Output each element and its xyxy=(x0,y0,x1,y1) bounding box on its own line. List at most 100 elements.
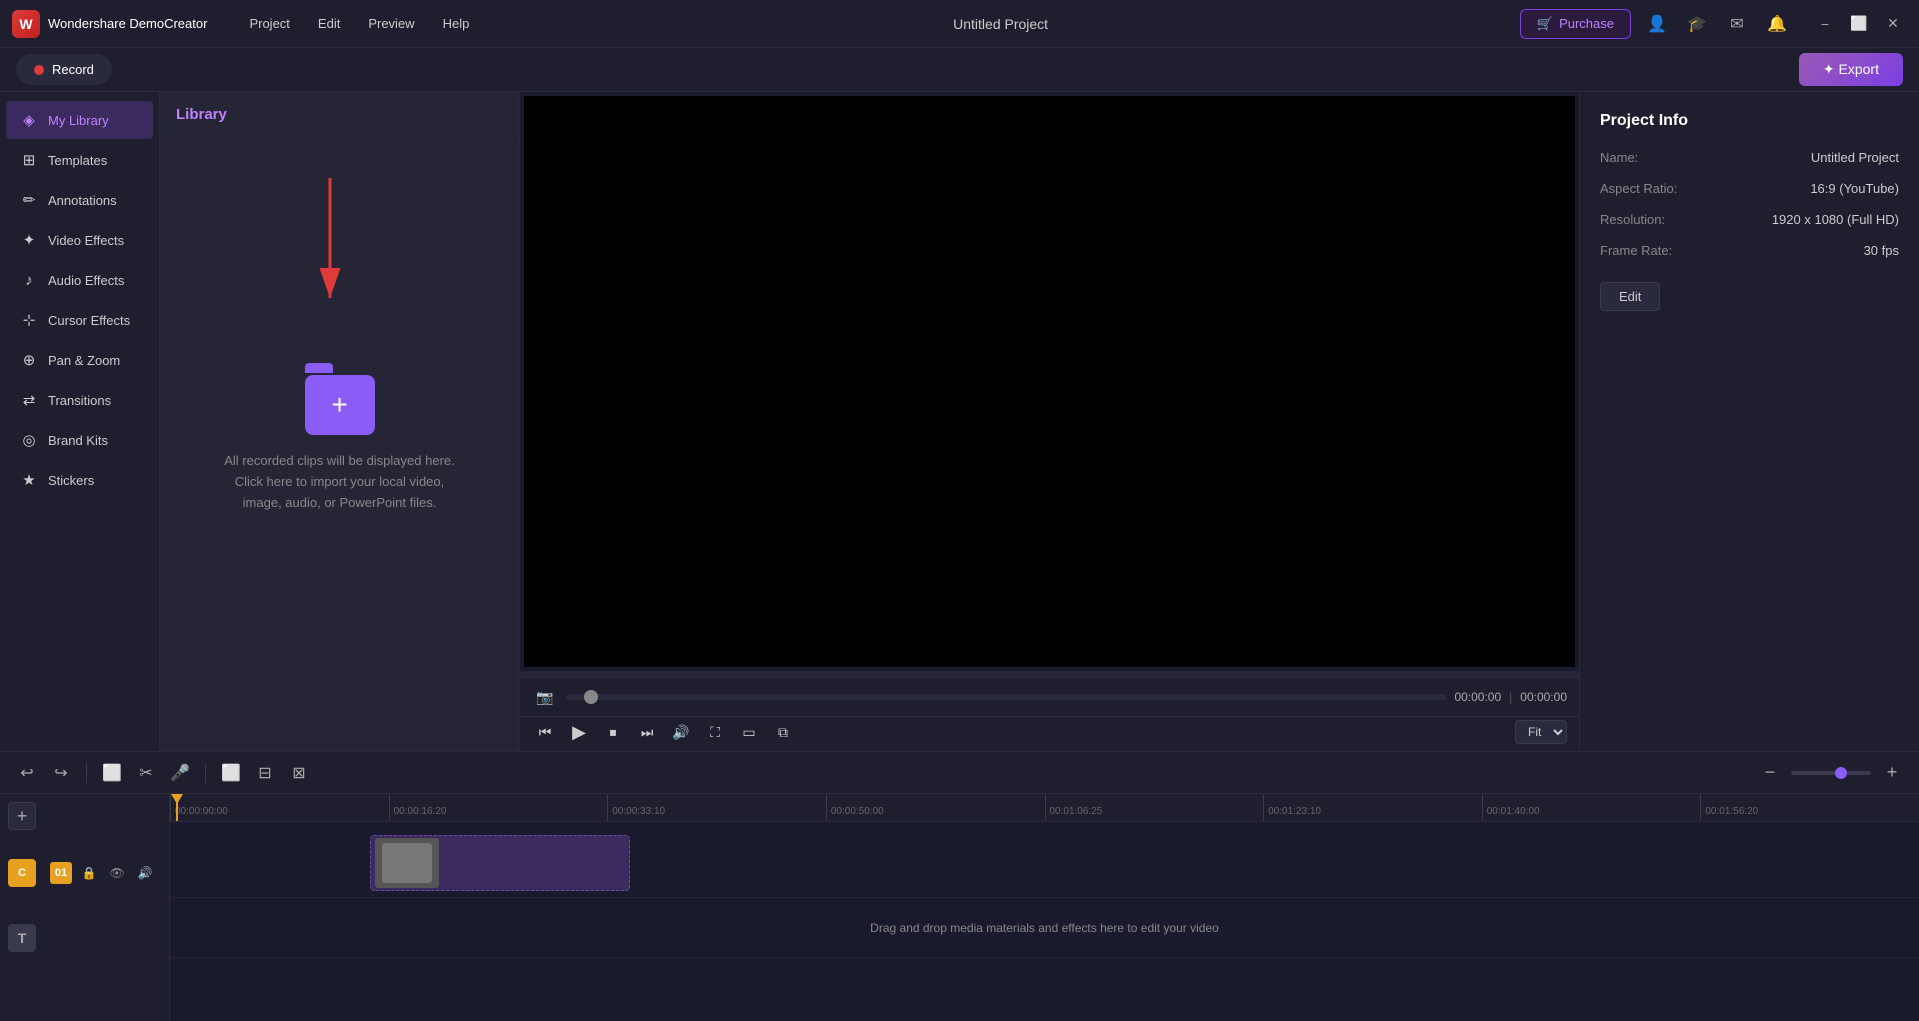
export-button[interactable]: ✦ Export xyxy=(1799,53,1903,86)
app-name: Wondershare DemoCreator xyxy=(48,16,207,31)
frame-rate-value: 30 fps xyxy=(1864,243,1899,258)
media-clip[interactable] xyxy=(370,835,630,891)
brand-kits-icon: ◎ xyxy=(20,431,38,449)
timeline-content[interactable]: 00:00:00:00 00:00:16:20 00:00:33:10 00:0… xyxy=(170,794,1919,1021)
redo-button[interactable]: ↪ xyxy=(46,758,76,788)
second-bar: Record ✦ Export xyxy=(0,48,1919,92)
sidebar-item-my-library[interactable]: ◈ My Library xyxy=(6,101,153,139)
notification-icon[interactable]: 🔔 xyxy=(1763,10,1791,38)
nav-help[interactable]: Help xyxy=(431,10,482,37)
track-mute-icon[interactable]: 🔊 xyxy=(134,862,156,884)
name-value: Untitled Project xyxy=(1811,150,1899,165)
pip-button[interactable]: ⧉ xyxy=(770,719,796,745)
maximize-button[interactable]: ⬜ xyxy=(1845,10,1873,38)
sidebar-item-annotations[interactable]: ✏ Annotations xyxy=(6,181,153,219)
stickers-icon: ★ xyxy=(20,471,38,489)
video-controls: 📷 00:00:00 | 00:00:00 xyxy=(520,677,1579,716)
crop-button[interactable]: ⬜ xyxy=(97,758,127,788)
undo-button[interactable]: ↩ xyxy=(12,758,42,788)
pan-zoom-icon: ⊕ xyxy=(20,351,38,369)
cursor-effects-icon: ⊹ xyxy=(20,311,38,329)
minimize-button[interactable]: − xyxy=(1811,10,1839,38)
caption-button[interactable]: ⬜ xyxy=(216,758,246,788)
video-preview: 📷 00:00:00 | 00:00:00 ⏮ ▶ ⏹ ⏭ 🔊 ⛶ ▭ ⧉ Fi… xyxy=(520,92,1579,751)
sidebar-item-video-effects[interactable]: ✦ Video Effects xyxy=(6,221,153,259)
zoom-handle[interactable] xyxy=(1835,767,1847,779)
stop-button[interactable]: ⏹ xyxy=(600,719,626,745)
screenshot-button[interactable]: 📷 xyxy=(532,684,558,710)
volume-button[interactable]: 🔊 xyxy=(668,719,694,745)
zoom-in-button[interactable]: + xyxy=(1877,758,1907,788)
library-hint: All recorded clips will be displayed her… xyxy=(224,451,455,513)
add-track-button[interactable]: + xyxy=(8,802,36,830)
zoom-controls: − + xyxy=(1755,758,1907,788)
group-button[interactable]: ⊟ xyxy=(250,758,280,788)
top-right-controls: 🛒 Purchase 👤 🎓 ✉ 🔔 − ⬜ ✕ xyxy=(1520,9,1907,39)
record-button[interactable]: Record xyxy=(16,54,112,85)
sidebar-item-stickers[interactable]: ★ Stickers xyxy=(6,461,153,499)
aspect-ratio-label: Aspect Ratio: xyxy=(1600,181,1677,196)
track-lock-icon[interactable]: 🔒 xyxy=(78,862,100,884)
bottom-section: ↩ ↪ ⬜ ✂ 🎤 ⬜ ⊟ ⊠ − + + C 01 🔒 👁 xyxy=(0,751,1919,1021)
library-body[interactable]: + All recorded clips will be displayed h… xyxy=(160,138,519,751)
record-dot-icon xyxy=(34,65,44,75)
ruler-mark-1: 00:00:16:20 xyxy=(389,794,608,821)
cut-button[interactable]: ✂ xyxy=(131,758,161,788)
nav-edit[interactable]: Edit xyxy=(306,10,352,37)
sidebar-label-stickers: Stickers xyxy=(48,473,94,488)
zoom-slider[interactable] xyxy=(1791,771,1871,775)
split-button[interactable]: ⊠ xyxy=(284,758,314,788)
ruler-mark-3: 00:00:50:00 xyxy=(826,794,1045,821)
purchase-button[interactable]: 🛒 Purchase xyxy=(1520,9,1631,39)
audio-button[interactable]: 🎤 xyxy=(165,758,195,788)
fit-select[interactable]: Fit xyxy=(1515,720,1567,744)
mail-icon[interactable]: ✉ xyxy=(1723,10,1751,38)
name-label: Name: xyxy=(1600,150,1638,165)
timeline-area: + C 01 🔒 👁 🔊 T 00:00:00:00 00:00:16: xyxy=(0,794,1919,1021)
user-icon[interactable]: 👤 xyxy=(1643,10,1671,38)
sidebar-label-brand-kits: Brand Kits xyxy=(48,433,108,448)
project-edit-button[interactable]: Edit xyxy=(1600,282,1660,311)
fullscreen-button[interactable]: ⛶ xyxy=(702,719,728,745)
aspect-ratio-value: 16:9 (YouTube) xyxy=(1810,181,1899,196)
edu-icon[interactable]: 🎓 xyxy=(1683,10,1711,38)
progress-bar[interactable] xyxy=(566,694,1446,700)
project-name-row: Name: Untitled Project xyxy=(1600,150,1899,165)
resolution-value: 1920 x 1080 (Full HD) xyxy=(1772,212,1899,227)
nav-project[interactable]: Project xyxy=(237,10,301,37)
clip-thumb-inner xyxy=(382,843,432,883)
sidebar-item-transitions[interactable]: ⇄ Transitions xyxy=(6,381,153,419)
sidebar-item-brand-kits[interactable]: ◎ Brand Kits xyxy=(6,421,153,459)
sidebar-label-audio-effects: Audio Effects xyxy=(48,273,124,288)
sidebar-item-templates[interactable]: ⊞ Templates xyxy=(6,141,153,179)
sidebar-item-audio-effects[interactable]: ♪ Audio Effects xyxy=(6,261,153,299)
play-button[interactable]: ▶ xyxy=(566,719,592,745)
progress-handle[interactable] xyxy=(584,690,598,704)
aspect-ratio-button[interactable]: ▭ xyxy=(736,719,762,745)
skip-back-button[interactable]: ⏮ xyxy=(532,719,558,745)
audio-effects-icon: ♪ xyxy=(20,271,38,289)
track-label-video: C 01 🔒 👁 🔊 xyxy=(0,838,169,908)
transitions-icon: ⇄ xyxy=(20,391,38,409)
import-arrow xyxy=(315,178,345,328)
nav-preview[interactable]: Preview xyxy=(356,10,426,37)
track-controls: 01 🔒 👁 🔊 xyxy=(42,857,164,889)
resolution-row: Resolution: 1920 x 1080 (Full HD) xyxy=(1600,212,1899,227)
zoom-out-button[interactable]: − xyxy=(1755,758,1785,788)
sidebar-label-transitions: Transitions xyxy=(48,393,111,408)
sidebar-item-cursor-effects[interactable]: ⊹ Cursor Effects xyxy=(6,301,153,339)
import-folder-button[interactable]: + xyxy=(305,375,375,435)
close-button[interactable]: ✕ xyxy=(1879,10,1907,38)
video-track-row xyxy=(170,828,1919,898)
skip-forward-button[interactable]: ⏭ xyxy=(634,719,660,745)
timeline-playhead[interactable] xyxy=(176,794,178,821)
text-track-row: Drag and drop media materials and effect… xyxy=(170,898,1919,958)
track-visible-icon[interactable]: 👁 xyxy=(106,862,128,884)
nav-menu: Project Edit Preview Help xyxy=(237,10,481,37)
timeline-toolbar: ↩ ↪ ⬜ ✂ 🎤 ⬜ ⊟ ⊠ − + xyxy=(0,752,1919,794)
playhead-triangle xyxy=(171,794,183,804)
project-title: Untitled Project xyxy=(501,16,1500,32)
resolution-label: Resolution: xyxy=(1600,212,1665,227)
timeline-left-panel: + C 01 🔒 👁 🔊 T xyxy=(0,794,170,1021)
sidebar-item-pan-zoom[interactable]: ⊕ Pan & Zoom xyxy=(6,341,153,379)
